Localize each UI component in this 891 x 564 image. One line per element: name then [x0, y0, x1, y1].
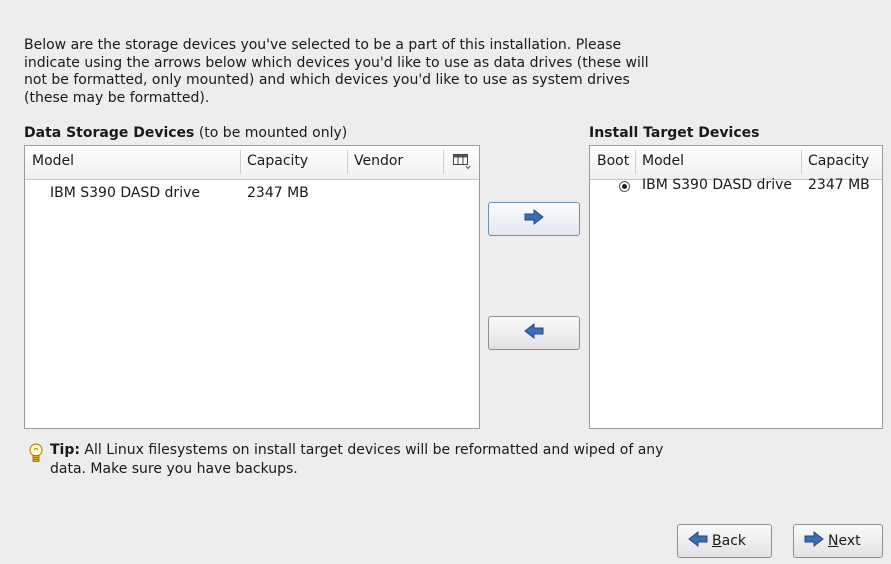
tip-label: Tip:	[50, 442, 80, 458]
arrow-right-icon	[804, 530, 824, 551]
intro-line: (these may be formatted).	[24, 89, 210, 106]
column-header-model[interactable]: Model	[25, 146, 240, 179]
row-model: IBM S390 DASD drive	[642, 177, 792, 193]
data-storage-list[interactable]: Model Capacity Vendor IBM S390 DASD driv…	[24, 145, 480, 429]
arrow-left-icon	[688, 530, 708, 551]
column-header-capacity[interactable]: Capacity	[240, 146, 347, 179]
install-target-list[interactable]: Boot Model Capacity IBM S390 DASD drive …	[589, 145, 883, 429]
next-button[interactable]: Next	[793, 524, 883, 558]
back-button-label: Back	[712, 533, 746, 549]
lightbulb-icon	[28, 443, 44, 471]
row-capacity: 2347 MB	[808, 177, 870, 193]
intro-text: Below are the storage devices you've sel…	[24, 37, 704, 107]
data-storage-title-rest: (to be mounted only)	[194, 125, 348, 141]
column-header-capacity[interactable]: Capacity	[801, 146, 883, 179]
arrow-left-icon	[524, 322, 544, 343]
intro-line: indicate using the arrows below which de…	[24, 54, 649, 71]
next-button-label: Next	[828, 533, 861, 549]
data-storage-title: Data Storage Devices (to be mounted only…	[24, 125, 347, 141]
data-storage-header: Model Capacity Vendor	[25, 146, 479, 180]
column-chooser-icon[interactable]	[453, 154, 471, 174]
back-button[interactable]: Back	[677, 524, 772, 558]
row-model: IBM S390 DASD drive	[50, 185, 200, 201]
move-to-install-target-button[interactable]	[488, 202, 580, 236]
column-header-model[interactable]: Model	[635, 146, 801, 179]
column-header-vendor[interactable]: Vendor	[347, 146, 443, 179]
intro-line: not be formatted, only mounted) and whic…	[24, 72, 630, 88]
intro-line: Below are the storage devices you've sel…	[24, 37, 622, 53]
next-label-rest: ext	[838, 533, 861, 549]
move-to-data-storage-button[interactable]	[488, 316, 580, 350]
arrow-right-icon	[524, 208, 544, 229]
back-mnemonic: B	[712, 533, 722, 549]
tip-line2: data. Make sure you have backups.	[50, 461, 298, 477]
back-label-rest: ack	[721, 533, 746, 549]
column-separator	[443, 150, 444, 174]
row-capacity: 2347 MB	[247, 185, 309, 201]
install-target-header: Boot Model Capacity	[590, 146, 882, 180]
install-target-title: Install Target Devices	[589, 125, 759, 141]
data-storage-title-bold: Data Storage Devices	[24, 125, 195, 141]
tip-text: Tip: All Linux filesystems on install ta…	[50, 441, 663, 479]
column-header-boot[interactable]: Boot	[590, 146, 635, 179]
install-target-title-text: Install Target Devices	[589, 125, 760, 141]
next-mnemonic: N	[828, 533, 839, 549]
boot-radio[interactable]	[619, 181, 630, 192]
tip-line1: All Linux filesystems on install target …	[79, 442, 664, 458]
